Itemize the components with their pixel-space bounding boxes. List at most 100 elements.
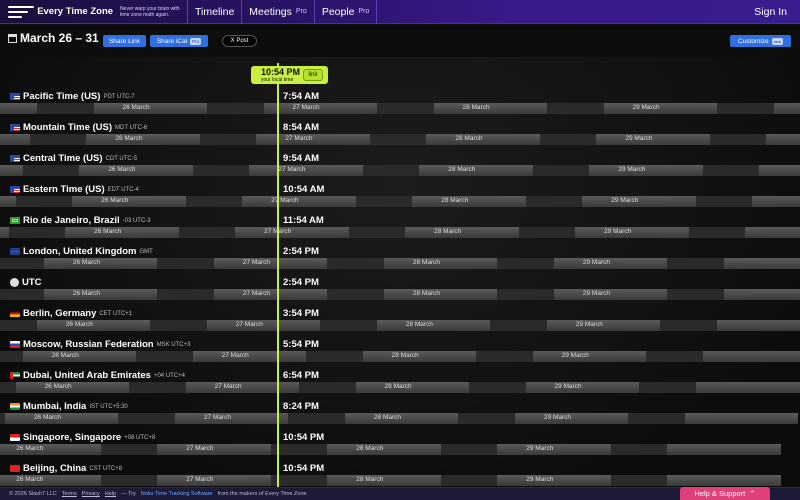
- timezone-label: London, United Kingdom: [23, 246, 137, 257]
- night-segment: [136, 351, 193, 362]
- timezone-time: 7:54 AM: [283, 91, 320, 102]
- day-strip[interactable]: 26 March 27 March 28 March 29 March: [0, 258, 800, 269]
- night-segment: [8, 227, 66, 238]
- timezone-name[interactable]: UTC: [10, 277, 42, 288]
- timezone-label: Central Time (US): [23, 153, 103, 164]
- day-strip[interactable]: 26 March 27 March 28 March 29 March: [0, 289, 800, 300]
- nav-people[interactable]: People Pro: [315, 0, 378, 24]
- timezone-name[interactable]: Beijing, China CST UTC+8: [10, 463, 122, 474]
- calendar-icon[interactable]: [8, 34, 17, 43]
- flag-icon: [10, 434, 20, 441]
- timezone-row[interactable]: Singapore, Singapore +08 UTC+8 10:54 PM 26 …: [0, 428, 800, 459]
- timezone-row[interactable]: UTC 2:54 PM 26 March 27 March 28 March 29 Mar…: [0, 273, 800, 304]
- date-range[interactable]: March 26 – 31: [20, 31, 99, 45]
- daytime-segment: [582, 196, 696, 207]
- timezone-row[interactable]: Eastern Time (US) EDT UTC-4 10:54 AM 26 Mar…: [0, 180, 800, 211]
- night-segment: [376, 103, 434, 114]
- timezone-name[interactable]: Mumbai, India IST UTC+5:30: [10, 401, 128, 412]
- customize-label: Customize: [737, 37, 769, 45]
- timezone-name[interactable]: Eastern Time (US) EDT UTC-4: [10, 184, 139, 195]
- night-segment: [192, 165, 250, 176]
- daytime-segment: [426, 134, 540, 145]
- nav-timeline[interactable]: Timeline: [188, 0, 243, 24]
- daytime-segment: [745, 227, 800, 238]
- timezone-row[interactable]: London, United Kingdom GMT 2:54 PM 26 March…: [0, 242, 800, 273]
- timezone-name[interactable]: London, United Kingdom GMT: [10, 246, 153, 257]
- timezone-name[interactable]: Berlin, Germany CET UTC+1: [10, 308, 132, 319]
- sign-in-link[interactable]: Sign In: [754, 6, 787, 18]
- daytime-segment: [22, 351, 137, 362]
- noko-link[interactable]: Noko Time Tracking Software: [141, 491, 213, 497]
- timezone-name[interactable]: Mountain Time (US) MDT UTC-6: [10, 122, 147, 133]
- timezone-abbr: CET UTC+1: [99, 310, 133, 317]
- timezone-name[interactable]: Pacific Time (US) PDT UTC-7: [10, 91, 135, 102]
- night-segment: [29, 134, 87, 145]
- help-support-button[interactable]: Help & Support ⌃: [680, 487, 770, 500]
- current-time-line[interactable]: [277, 63, 279, 487]
- share-link-button[interactable]: Share Link: [103, 35, 146, 47]
- daytime-segment: [235, 227, 349, 238]
- timezone-name[interactable]: Singapore, Singapore +08 UTC+8: [10, 432, 155, 443]
- current-time-subtitle: your local time: [261, 77, 294, 83]
- day-label: 27 March: [278, 166, 306, 173]
- day-strip[interactable]: 26 March 27 March 28 March 29 March: [0, 165, 800, 176]
- help-link[interactable]: Help: [105, 491, 116, 497]
- timezone-name[interactable]: Central Time (US) CDT UTC-5: [10, 153, 137, 164]
- logo[interactable]: Every Time Zone Never warp your brain wi…: [0, 0, 188, 24]
- day-strip[interactable]: 26 March 27 March 28 March 29 March: [0, 227, 800, 238]
- timezone-time: 8:24 PM: [283, 401, 319, 412]
- day-label: 27 March: [214, 383, 242, 390]
- timezone-name[interactable]: Dubai, United Arab Emirates +04 UTC+4: [10, 370, 185, 381]
- timezone-name[interactable]: Rio de Janeiro, Brazil -03 UTC-3: [10, 215, 151, 226]
- timezone-row[interactable]: Mumbai, India IST UTC+5:30 8:24 PM 26 March…: [0, 397, 800, 428]
- day-strip[interactable]: 26 March 27 March 28 March 29 March: [0, 320, 800, 331]
- timezone-row[interactable]: Rio de Janeiro, Brazil -03 UTC-3 11:54 AM 2…: [0, 211, 800, 242]
- timezone-row[interactable]: Beijing, China CST UTC+8 10:54 PM 26 March 2…: [0, 459, 800, 487]
- daytime-segment: [412, 196, 526, 207]
- daytime-segment: [723, 289, 800, 300]
- flag-icon: [10, 465, 20, 472]
- daytime-segment: [5, 413, 119, 424]
- daytime-segment: [589, 165, 703, 176]
- night-segment: [298, 382, 356, 393]
- day-strip[interactable]: 26 March 27 March 28 March 29 March: [0, 444, 800, 455]
- timezone-row[interactable]: Moscow, Russian Federation MSK UTC+3 5:54 …: [0, 335, 800, 366]
- privacy-link[interactable]: Privacy: [82, 491, 100, 497]
- timezone-time: 3:54 PM: [283, 308, 319, 319]
- day-strip[interactable]: 26 March 27 March 28 March 29 March: [0, 134, 800, 145]
- nav-meetings[interactable]: Meetings Pro: [242, 0, 315, 24]
- day-strip[interactable]: 26 March 27 March 28 March 29 March: [0, 475, 800, 486]
- day-label: 29 March: [526, 476, 554, 483]
- daytime-segment: [376, 320, 491, 331]
- time-link-button[interactable]: link: [303, 69, 323, 81]
- day-strip[interactable]: 26 March 27 March 28 March 29 March: [0, 382, 800, 393]
- day-strip[interactable]: 26 March 27 March 28 March 29 March: [0, 196, 800, 207]
- timezone-row[interactable]: Mountain Time (US) MDT UTC-6 8:54 AM 26 Mar…: [0, 118, 800, 149]
- timezone-name[interactable]: Moscow, Russian Federation MSK UTC+3: [10, 339, 190, 350]
- day-label: 26 March: [65, 321, 93, 328]
- day-label: 26 March: [101, 197, 129, 204]
- timezone-row[interactable]: Berlin, Germany CET UTC+1 3:54 PM 26 March 2…: [0, 304, 800, 335]
- timezone-row[interactable]: Dubai, United Arab Emirates +04 UTC+4 6:54…: [0, 366, 800, 397]
- logo-tagline: Never warp your brain with time zone mat…: [120, 5, 180, 18]
- day-label: 27 March: [271, 197, 299, 204]
- night-segment: [688, 227, 746, 238]
- day-label: 28 March: [373, 414, 402, 421]
- customize-button[interactable]: Customize new: [730, 35, 791, 47]
- daytime-segment: [344, 413, 459, 424]
- day-strip[interactable]: 26 March 27 March 28 March 29 March: [0, 351, 800, 362]
- timezone-timeline[interactable]: Pacific Time (US) PDT UTC-7 7:54 AM 26 Marc…: [0, 57, 800, 487]
- share-ical-button[interactable]: Share iCal Pro: [150, 35, 208, 47]
- time-link-label: link: [308, 72, 318, 78]
- x-post-button[interactable]: X Post: [222, 35, 257, 47]
- timezone-row[interactable]: Pacific Time (US) PDT UTC-7 7:54 AM 26 Marc…: [0, 87, 800, 118]
- timezone-label: Singapore, Singapore: [23, 432, 122, 443]
- day-strip[interactable]: 26 March 27 March 28 March 29 March: [0, 103, 800, 114]
- pro-badge: Pro: [358, 8, 370, 15]
- night-segment: [539, 134, 597, 145]
- terms-link[interactable]: Terms: [62, 491, 77, 497]
- daytime-segment: [766, 134, 800, 145]
- current-time-marker[interactable]: 10:54 PM your local time link: [251, 66, 328, 84]
- timezone-row[interactable]: Central Time (US) CDT UTC-5 9:54 AM 26 Marc…: [0, 149, 800, 180]
- day-strip[interactable]: 26 March 27 March 28 March 29 March: [0, 413, 800, 424]
